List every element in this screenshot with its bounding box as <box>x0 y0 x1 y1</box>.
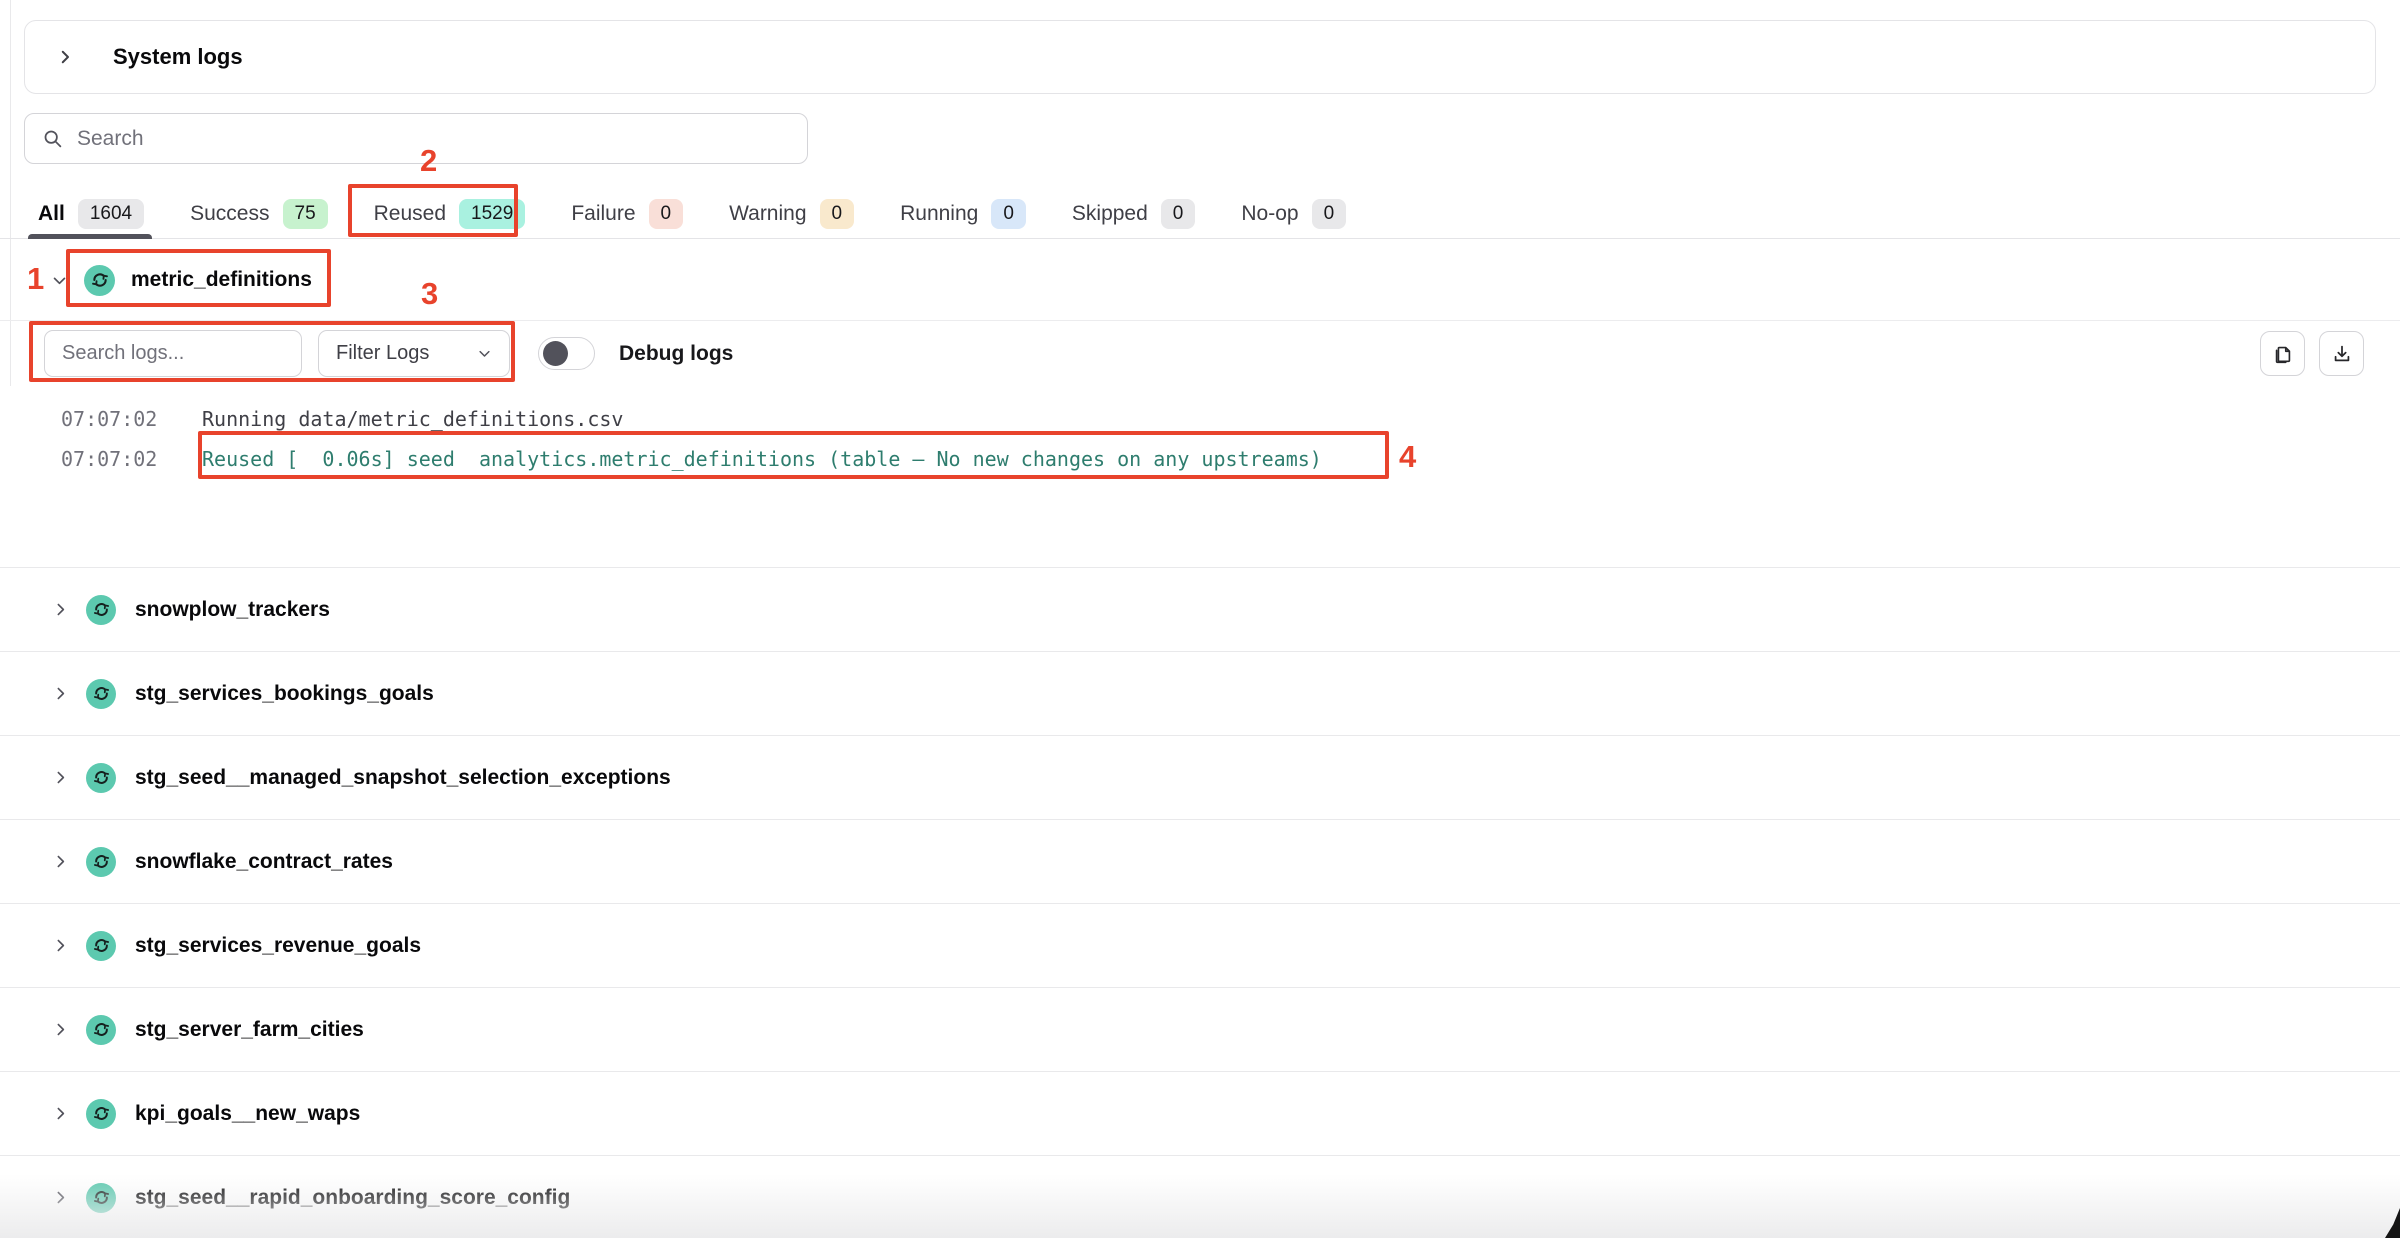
tab-count-badge: 0 <box>991 199 1026 230</box>
tab-count-badge: 0 <box>1312 199 1347 230</box>
log-toolbar: Search logs... Filter Logs Debug logs <box>0 320 2400 386</box>
sync-circular-arrows-icon <box>84 265 115 296</box>
sync-circular-arrows-icon <box>86 679 116 709</box>
tab-count-badge: 0 <box>649 199 684 230</box>
list-item-kpi_goals__new_waps[interactable]: kpi_goals__new_waps <box>0 1071 2400 1155</box>
list-item-name: snowplow_trackers <box>135 598 330 622</box>
debug-logs-toggle[interactable] <box>538 337 595 370</box>
sync-circular-arrows-icon <box>86 931 116 961</box>
tab-label: Success <box>190 202 269 226</box>
sync-circular-arrows-icon <box>86 595 116 625</box>
chevron-right-icon[interactable] <box>52 1021 69 1038</box>
log-message: Reused [ 0.06s] seed analytics.metric_de… <box>202 447 1322 471</box>
tab-count-badge: 0 <box>820 199 855 230</box>
download-tray-icon <box>2331 343 2353 365</box>
list-item-name: stg_seed__managed_snapshot_selection_exc… <box>135 766 671 790</box>
run-item-list: snowplow_trackers stg_services_bookings_… <box>0 567 2400 1239</box>
log-timestamp: 07:07:02 <box>61 407 157 431</box>
chevron-right-icon[interactable] <box>52 1105 69 1122</box>
search-placeholder: Search <box>77 127 144 151</box>
list-item-name: kpi_goals__new_waps <box>135 1102 360 1126</box>
list-item-name: stg_seed__rapid_onboarding_score_config <box>135 1186 570 1210</box>
list-item-snowplow_trackers[interactable]: snowplow_trackers <box>0 567 2400 651</box>
sync-circular-arrows-icon <box>86 1099 116 1129</box>
tab-label: Failure <box>571 202 635 226</box>
chevron-right-icon[interactable] <box>52 769 69 786</box>
tab-label: Warning <box>729 202 806 226</box>
tab-failure[interactable]: Failure 0 <box>571 190 683 238</box>
sync-circular-arrows-icon <box>86 847 116 877</box>
tab-running[interactable]: Running 0 <box>900 190 1026 238</box>
tab-count-badge: 75 <box>283 199 328 230</box>
system-logs-title: System logs <box>113 44 243 70</box>
list-item-stg_seed__rapid_onboarding_score_config[interactable]: stg_seed__rapid_onboarding_score_config <box>0 1155 2400 1239</box>
search-input[interactable]: Search <box>24 113 808 164</box>
chevron-right-icon[interactable] <box>52 1189 69 1206</box>
list-item-stg_seed__managed_snapshot_selection_exceptions[interactable]: stg_seed__managed_snapshot_selection_exc… <box>0 735 2400 819</box>
status-tabs: All 1604 Success 75 Reused 1529 Failure … <box>0 190 2400 239</box>
chevron-down-icon[interactable] <box>51 272 68 289</box>
list-item-stg_services_bookings_goals[interactable]: stg_services_bookings_goals <box>0 651 2400 735</box>
system-logs-header[interactable]: System logs <box>24 20 2376 94</box>
list-item-name: stg_server_farm_cities <box>135 1018 364 1042</box>
expanded-item-metric-definitions[interactable]: metric_definitions <box>0 248 2400 312</box>
log-line: 07:07:02 Running data/metric_definitions… <box>0 399 2400 439</box>
chevron-right-icon[interactable] <box>52 601 69 618</box>
tab-all[interactable]: All 1604 <box>38 190 144 238</box>
tab-label: Skipped <box>1072 202 1148 226</box>
tab-success[interactable]: Success 75 <box>190 190 328 238</box>
tab-count-badge: 0 <box>1161 199 1196 230</box>
tab-count-badge: 1604 <box>78 199 144 230</box>
chevron-right-icon[interactable] <box>52 937 69 954</box>
toggle-knob <box>543 341 568 366</box>
magnifier-icon <box>42 128 63 149</box>
tab-no-op[interactable]: No-op 0 <box>1241 190 1346 238</box>
chevron-right-icon[interactable] <box>56 48 74 66</box>
tab-skipped[interactable]: Skipped 0 <box>1072 190 1195 238</box>
sync-circular-arrows-icon <box>86 1183 116 1213</box>
log-message: Running data/metric_definitions.csv <box>202 407 623 431</box>
list-item-stg_server_farm_cities[interactable]: stg_server_farm_cities <box>0 987 2400 1071</box>
chevron-right-icon[interactable] <box>52 853 69 870</box>
chevron-right-icon[interactable] <box>52 685 69 702</box>
filter-logs-label: Filter Logs <box>336 342 429 365</box>
log-timestamp: 07:07:02 <box>61 447 157 471</box>
list-item-name: stg_services_bookings_goals <box>135 682 434 706</box>
search-logs-placeholder: Search logs... <box>62 342 184 365</box>
tab-warning[interactable]: Warning 0 <box>729 190 854 238</box>
log-line: 07:07:02 Reused [ 0.06s] seed analytics.… <box>0 439 2400 479</box>
tab-label: No-op <box>1241 202 1298 226</box>
chevron-down-icon <box>477 346 492 361</box>
tab-label: Running <box>900 202 978 226</box>
log-output: 07:07:02 Running data/metric_definitions… <box>0 386 2400 567</box>
debug-logs-label: Debug logs <box>619 342 733 366</box>
tab-count-badge: 1529 <box>459 199 525 230</box>
list-item-stg_services_revenue_goals[interactable]: stg_services_revenue_goals <box>0 903 2400 987</box>
filter-logs-dropdown[interactable]: Filter Logs <box>318 330 510 377</box>
search-logs-input[interactable]: Search logs... <box>44 330 302 377</box>
list-item-name: snowflake_contract_rates <box>135 850 393 874</box>
sync-circular-arrows-icon <box>86 763 116 793</box>
copy-document-icon <box>2272 343 2294 365</box>
list-item-name: stg_services_revenue_goals <box>135 934 421 958</box>
list-item-snowflake_contract_rates[interactable]: snowflake_contract_rates <box>0 819 2400 903</box>
copy-logs-button[interactable] <box>2260 331 2305 376</box>
tab-label: All <box>38 202 65 226</box>
tab-reused[interactable]: Reused 1529 <box>374 190 526 238</box>
download-logs-button[interactable] <box>2319 331 2364 376</box>
tab-label: Reused <box>374 202 446 226</box>
sync-circular-arrows-icon <box>86 1015 116 1045</box>
expanded-item-name: metric_definitions <box>131 268 312 292</box>
